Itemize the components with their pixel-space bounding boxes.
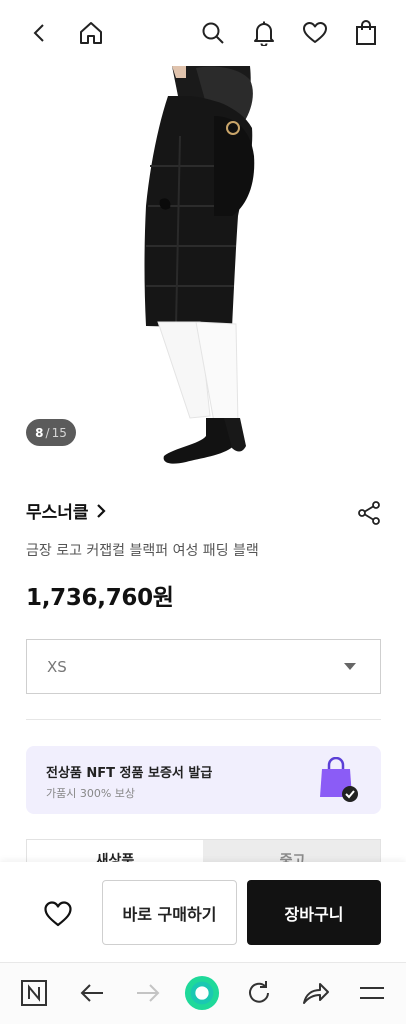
divider — [26, 719, 381, 720]
nft-banner[interactable]: 전상품 NFT 정품 보증서 발급 가품시 300% 보상 — [26, 746, 381, 814]
forward-arrow-icon[interactable] — [130, 975, 166, 1011]
back-arrow-icon[interactable] — [74, 975, 110, 1011]
nft-subtitle: 가품시 300% 보상 — [46, 787, 136, 800]
browser-toolbar — [0, 962, 406, 1024]
product-price: 1,736,760원 — [26, 585, 174, 611]
image-counter-total: 15 — [51, 425, 67, 440]
size-select-value: XS — [47, 657, 67, 676]
product-title: 금장 로고 커잽컬 블랙퍼 여성 패딩 블랙 — [26, 543, 259, 559]
image-counter-current: 8 — [35, 425, 44, 440]
buy-now-button[interactable]: 바로 구매하기 — [102, 880, 237, 945]
share-icon[interactable] — [356, 500, 382, 526]
heart-icon[interactable] — [299, 17, 331, 49]
image-counter-separator: / — [45, 425, 50, 440]
bell-icon[interactable] — [248, 17, 280, 49]
brand-row: 무스너클 — [26, 498, 382, 528]
menu-icon[interactable] — [354, 975, 390, 1011]
brand-link[interactable]: 무스너클 — [26, 498, 107, 523]
bag-icon[interactable] — [350, 17, 382, 49]
brand-name: 무스너클 — [26, 503, 89, 523]
chevron-right-icon — [96, 503, 106, 518]
shopping-bag-check-icon — [315, 756, 361, 803]
share-arrow-icon[interactable] — [298, 975, 334, 1011]
naver-icon[interactable] — [16, 975, 52, 1011]
coat-model-illustration — [144, 66, 255, 464]
image-counter: 8 / 15 — [26, 419, 76, 446]
caret-down-icon — [344, 663, 356, 670]
back-icon[interactable] — [24, 17, 56, 49]
top-bar — [0, 0, 406, 66]
purchase-action-bar: 바로 구매하기 장바구니 — [0, 862, 406, 962]
add-to-cart-button[interactable]: 장바구니 — [247, 880, 381, 945]
refresh-icon[interactable] — [241, 975, 277, 1011]
nft-title: 전상품 NFT 정품 보증서 발급 — [46, 766, 213, 781]
home-icon[interactable] — [75, 17, 107, 49]
product-image[interactable] — [0, 66, 406, 470]
wishlist-heart-icon[interactable] — [38, 896, 78, 932]
search-icon[interactable] — [197, 17, 229, 49]
size-select[interactable]: XS — [26, 639, 381, 694]
green-dot-icon[interactable] — [184, 975, 220, 1011]
